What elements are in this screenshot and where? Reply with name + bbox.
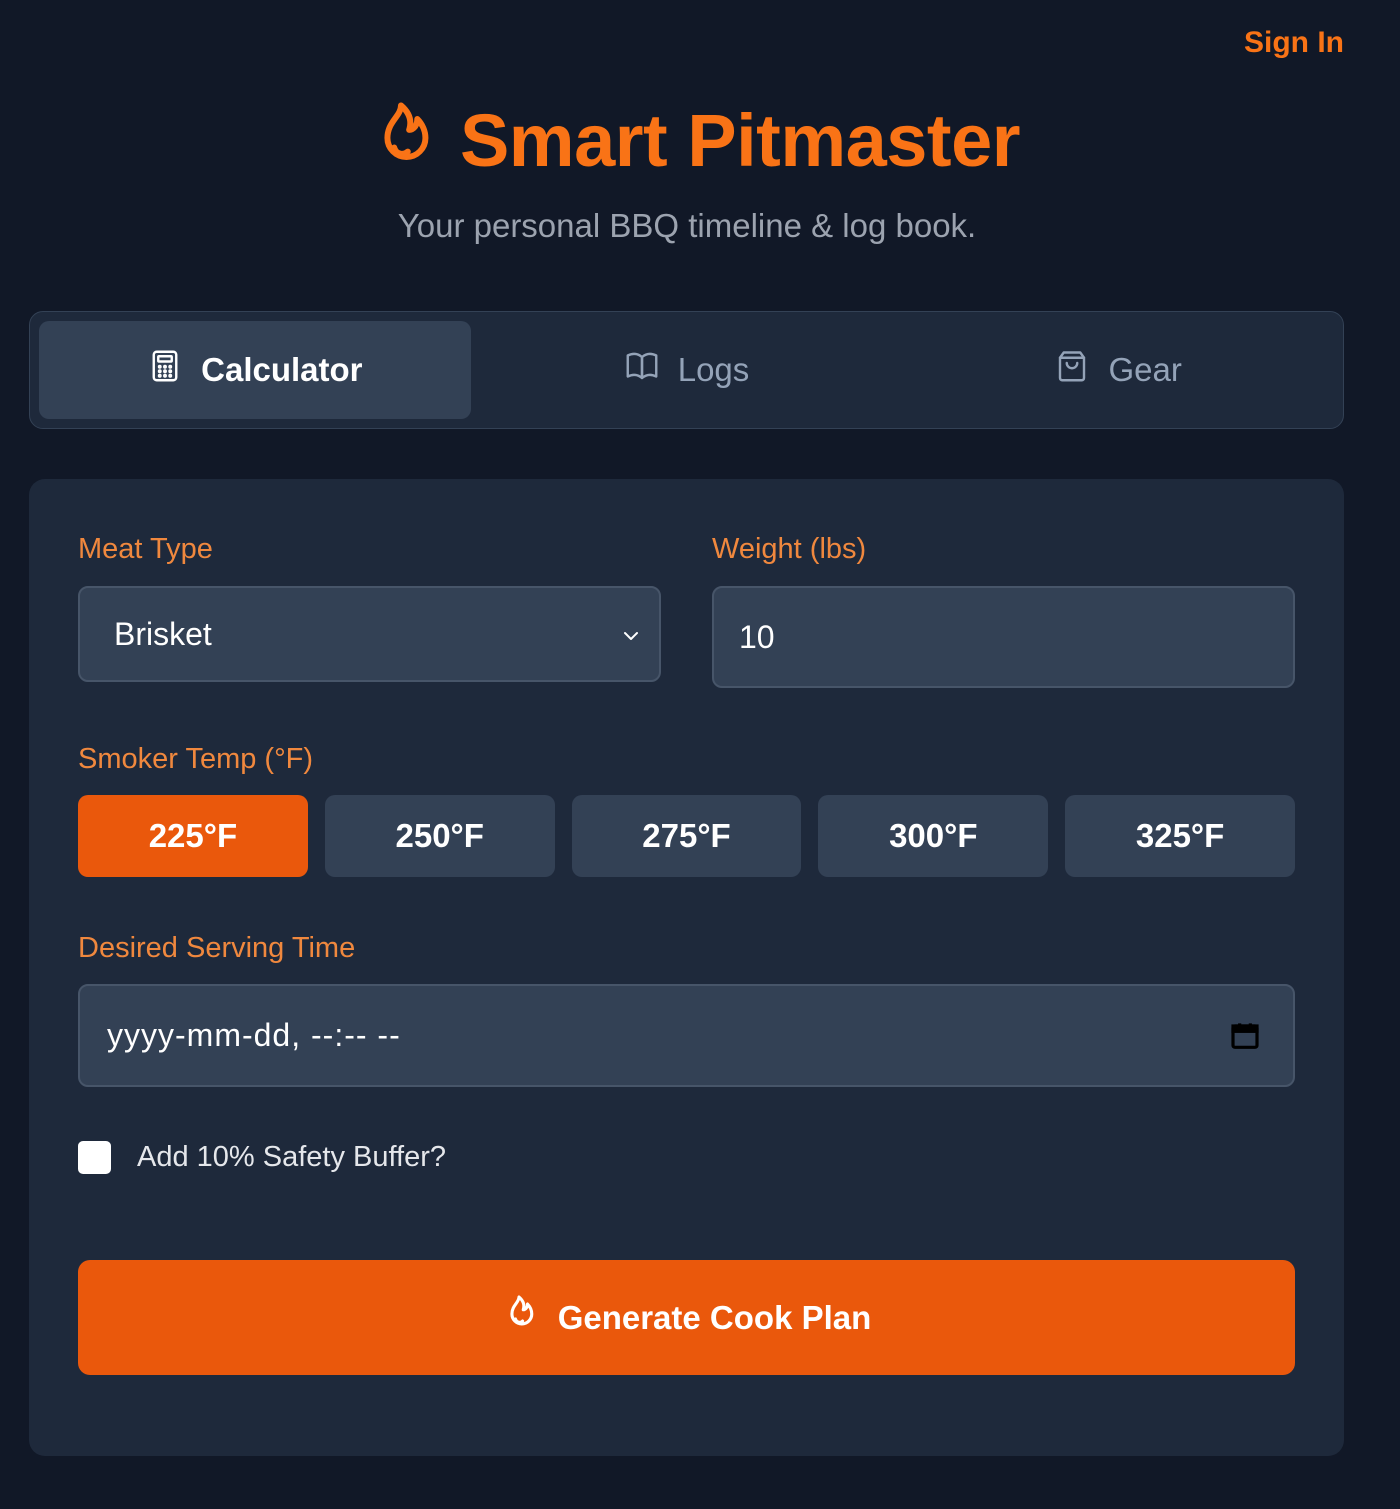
- weight-value: 10: [739, 618, 775, 655]
- generate-cook-plan-label: Generate Cook Plan: [557, 1298, 872, 1336]
- temp-option-275[interactable]: 275°F: [571, 795, 802, 877]
- serving-time-input[interactable]: yyyy-mm-dd, --:-- --: [78, 984, 1295, 1087]
- sign-in-link[interactable]: Sign In: [1244, 26, 1344, 60]
- weight-label: Weight (lbs): [712, 533, 867, 565]
- temp-option-300[interactable]: 300°F: [818, 795, 1049, 877]
- tab-gear[interactable]: Gear: [902, 321, 1334, 419]
- safety-buffer-checkbox[interactable]: [78, 1141, 111, 1174]
- weight-input[interactable]: 10: [712, 586, 1295, 688]
- safety-buffer-label: Add 10% Safety Buffer?: [137, 1141, 447, 1173]
- serving-time-label: Desired Serving Time: [78, 932, 356, 964]
- meat-type-value: Brisket: [114, 615, 212, 652]
- shopping-bag-icon: [1054, 348, 1090, 392]
- temp-option-250[interactable]: 250°F: [324, 795, 555, 877]
- tab-calculator-label: Calculator: [201, 351, 363, 388]
- safety-buffer-row: Add 10% Safety Buffer?: [78, 1141, 446, 1174]
- smoker-temp-label: Smoker Temp (°F): [78, 743, 314, 775]
- app-page: Sign In Smart Pitmaster Your personal BB…: [0, 0, 1400, 1509]
- generate-cook-plan-button[interactable]: Generate Cook Plan: [78, 1260, 1295, 1375]
- calculator-card: Meat Type Brisket Weight (lbs) 10 Smoker…: [29, 479, 1344, 1456]
- app-header: Smart Pitmaster Your personal BBQ timeli…: [0, 98, 1400, 245]
- tab-logs-label: Logs: [677, 351, 750, 388]
- app-title: Smart Pitmaster: [459, 99, 1021, 182]
- serving-time-placeholder: yyyy-mm-dd, --:-- --: [107, 1017, 401, 1053]
- tab-gear-label: Gear: [1108, 351, 1182, 388]
- calculator-icon: [147, 348, 183, 392]
- meat-type-label: Meat Type: [78, 533, 213, 565]
- tab-logs[interactable]: Logs: [471, 321, 903, 419]
- title-row: Smart Pitmaster: [0, 98, 1400, 183]
- tab-calculator[interactable]: Calculator: [39, 321, 471, 419]
- book-icon: [624, 348, 660, 392]
- flame-icon: [368, 100, 434, 181]
- tab-bar: Calculator Logs Gear: [29, 311, 1344, 429]
- flame-icon: [502, 1294, 536, 1342]
- temp-option-325[interactable]: 325°F: [1065, 795, 1295, 877]
- app-subtitle: Your personal BBQ timeline & log book.: [397, 207, 977, 244]
- meat-type-select[interactable]: Brisket: [78, 586, 661, 682]
- smoker-temp-options: 225°F 250°F 275°F 300°F 325°F: [78, 795, 1295, 877]
- temp-option-225[interactable]: 225°F: [78, 795, 308, 877]
